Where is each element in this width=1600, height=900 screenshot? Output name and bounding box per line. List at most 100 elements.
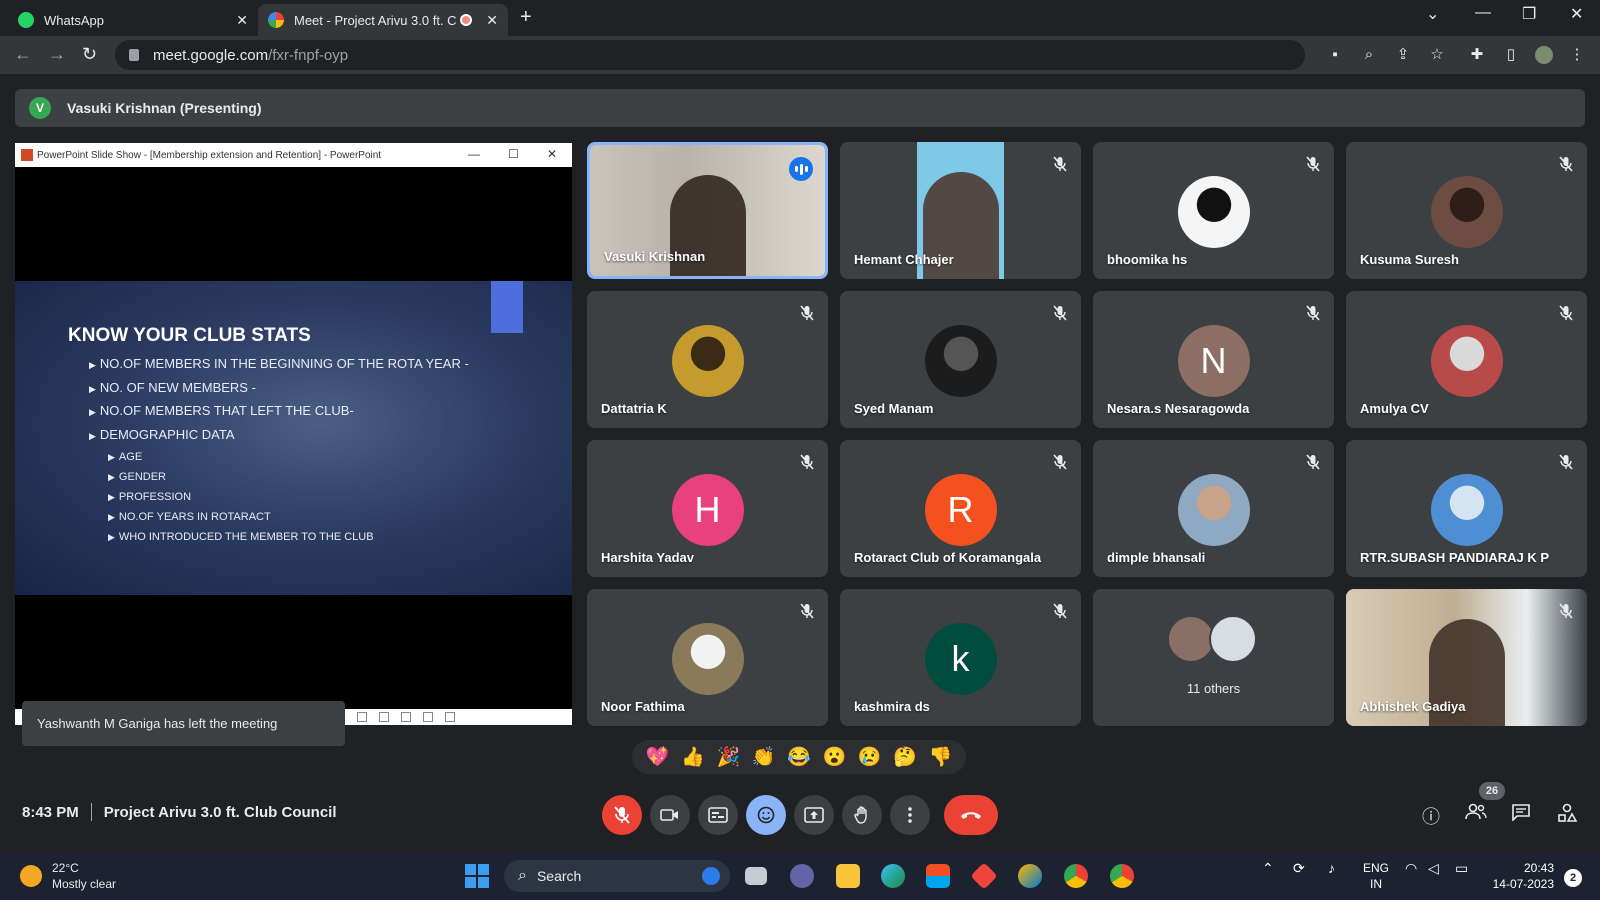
present-button[interactable] — [794, 795, 834, 835]
anydesk-icon[interactable] — [970, 862, 998, 890]
close-window-icon[interactable]: ✕ — [1570, 4, 1583, 24]
mic-off-icon — [1306, 156, 1320, 172]
participant-tile[interactable]: Syed Manam — [840, 291, 1081, 428]
participant-tile[interactable]: dimple bhansali — [1093, 440, 1334, 577]
chrome-icon[interactable] — [1064, 864, 1088, 888]
wifi-icon[interactable]: ◠ — [1405, 860, 1417, 876]
windows-start-icon[interactable] — [465, 864, 489, 888]
reaction-thumbs-down-button[interactable]: 👎 — [928, 745, 952, 769]
url-field[interactable]: meet.google.com/fxr-fnpf-oyp — [115, 40, 1305, 70]
participant-avatar — [1430, 176, 1503, 248]
participant-tile[interactable]: bhoomika hs — [1093, 142, 1334, 279]
reaction-sad-button[interactable]: 😢 — [858, 745, 882, 769]
participant-tile[interactable]: H Harshita Yadav — [587, 440, 828, 577]
battery-icon[interactable]: ▭ — [1455, 860, 1468, 876]
raise-hand-button[interactable] — [842, 795, 882, 835]
chat-icon[interactable] — [1509, 803, 1533, 827]
reaction-laugh-button[interactable]: 😂 — [787, 745, 811, 769]
search-label: Search — [536, 868, 582, 884]
volume-icon[interactable]: ◁ — [1428, 860, 1439, 876]
whatsapp-icon — [18, 12, 34, 28]
edge-icon[interactable] — [881, 864, 905, 888]
mic-toggle-button[interactable] — [602, 795, 642, 835]
reaction-thinking-button[interactable]: 🤔 — [893, 745, 917, 769]
tab-close-icon[interactable]: ✕ — [486, 12, 498, 29]
microphone-tray-icon[interactable]: ♪ — [1328, 860, 1335, 876]
forward-icon[interactable]: → — [48, 44, 66, 65]
lock-icon — [129, 49, 139, 61]
participant-name: Nesara.s Nesaragowda — [1107, 401, 1250, 416]
activities-icon[interactable] — [1555, 803, 1579, 827]
participant-tile[interactable]: RTR.SUBASH PANDIARAJ K P — [1346, 440, 1587, 577]
clock-time: 20:43 — [1523, 861, 1554, 875]
participant-name: Rotaract Club of Koramangala — [854, 550, 1042, 565]
cortana-app-icon[interactable] — [1018, 864, 1042, 888]
reaction-surprised-button[interactable]: 😮 — [822, 745, 846, 769]
meeting-info-icon[interactable]: ⓘ — [1419, 803, 1443, 827]
participant-avatar — [671, 325, 744, 397]
participant-tile[interactable]: Kusuma Suresh — [1346, 142, 1587, 279]
people-icon[interactable] — [1464, 803, 1488, 827]
camera-toggle-button[interactable] — [650, 795, 690, 835]
clock[interactable]: 20:43 14-07-2023 — [1488, 860, 1554, 892]
tab-title: WhatsApp — [44, 12, 104, 28]
participant-tile[interactable]: R Rotaract Club of Koramangala — [840, 440, 1081, 577]
bookmark-star-icon[interactable]: ☆ — [1428, 46, 1446, 64]
participant-tile[interactable]: Hemant Chhajer — [840, 142, 1081, 279]
participant-avatar — [1177, 176, 1250, 248]
reaction-clap-button[interactable]: 👏 — [752, 745, 776, 769]
camera-icon[interactable]: ▪ — [1326, 46, 1344, 64]
tab-meet[interactable]: Meet - Project Arivu 3.0 ft. C ✕ — [258, 4, 508, 36]
reaction-party-button[interactable]: 🎉 — [716, 745, 740, 769]
weather-widget[interactable]: 22°C Mostly clear — [20, 860, 116, 892]
tab-search-chevron-icon[interactable]: ⌄ — [1426, 4, 1439, 24]
language-indicator[interactable]: ENG IN — [1363, 860, 1389, 892]
menu-icon[interactable]: ⋮ — [1568, 46, 1586, 64]
participant-tile[interactable]: N Nesara.s Nesaragowda — [1093, 291, 1334, 428]
leave-call-button[interactable] — [944, 795, 998, 835]
back-icon[interactable]: ← — [14, 44, 32, 65]
participant-tile[interactable]: Abhishek Gadiya — [1346, 589, 1587, 726]
minimize-icon[interactable]: — — [1475, 4, 1491, 22]
sync-icon[interactable]: ⟳ — [1293, 860, 1305, 876]
participant-avatar: k — [924, 623, 997, 695]
participant-tile[interactable]: Noor Fathima — [587, 589, 828, 726]
mic-off-icon — [614, 806, 630, 824]
participant-tile[interactable]: Amulya CV — [1346, 291, 1587, 428]
participant-name: Syed Manam — [854, 401, 934, 416]
tab-whatsapp[interactable]: WhatsApp ✕ — [8, 4, 258, 36]
new-tab-button[interactable]: + — [520, 6, 532, 29]
extensions-icon[interactable]: ✚ — [1468, 46, 1486, 64]
restore-icon[interactable]: ❐ — [1522, 4, 1536, 24]
notification-badge[interactable]: 2 — [1564, 869, 1582, 887]
more-options-button[interactable] — [890, 795, 930, 835]
show-hidden-icons[interactable]: ⌃ — [1262, 860, 1274, 876]
teams-chat-icon[interactable] — [790, 864, 814, 888]
participant-tile[interactable]: k kashmira ds — [840, 589, 1081, 726]
slide-bullet: ▶ NO. OF NEW MEMBERS - — [89, 379, 256, 395]
reaction-thumbs-up-button[interactable]: 👍 — [681, 745, 705, 769]
emoji-button[interactable] — [746, 795, 786, 835]
task-view-icon[interactable] — [745, 867, 767, 885]
reaction-heart-button[interactable]: 💖 — [646, 745, 670, 769]
file-explorer-icon[interactable] — [836, 864, 860, 888]
screen-share[interactable]: PowerPoint Slide Show - [Membership exte… — [15, 143, 572, 725]
share-icon[interactable]: ⇪ — [1394, 46, 1412, 64]
clock-date: 14-07-2023 — [1492, 877, 1554, 891]
taskbar-search[interactable]: ⌕ Search — [504, 860, 730, 892]
url-host: meet.google.com — [153, 46, 269, 64]
video-camera-icon — [660, 809, 678, 821]
captions-button[interactable] — [698, 795, 738, 835]
reload-icon[interactable]: ↻ — [82, 44, 97, 65]
side-panel-icon[interactable]: ▯ — [1502, 46, 1520, 64]
divider — [90, 803, 92, 821]
chrome-active-icon[interactable] — [1110, 864, 1134, 888]
profile-avatar[interactable] — [1535, 46, 1553, 64]
tab-close-icon[interactable]: ✕ — [236, 12, 248, 29]
microsoft-store-icon[interactable] — [926, 864, 950, 888]
presenting-label: Vasuki Krishnan (Presenting) — [67, 100, 262, 116]
participant-tile[interactable]: 11 others — [1093, 589, 1334, 726]
zoom-icon[interactable]: ⌕ — [1360, 46, 1378, 64]
participant-tile[interactable]: Vasuki Krishnan — [587, 142, 828, 279]
participant-tile[interactable]: Dattatria K — [587, 291, 828, 428]
